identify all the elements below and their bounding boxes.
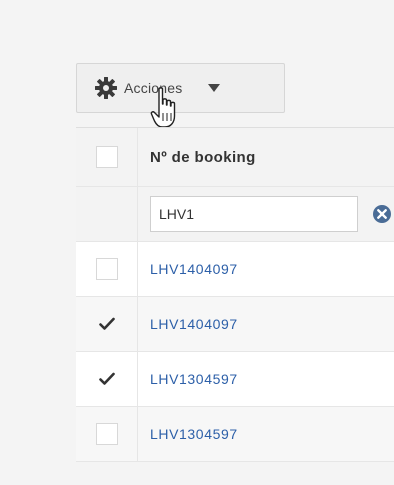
booking-link[interactable]: LHV1304597: [150, 371, 238, 387]
booking-table: Nº de booking LHV1404097: [76, 127, 394, 462]
booking-cell: LHV1404097: [138, 297, 394, 351]
row-check-cell: [76, 407, 138, 461]
checkmark-icon: [98, 317, 115, 330]
table-row[interactable]: LHV1404097: [76, 242, 394, 297]
table-row[interactable]: LHV1304597: [76, 407, 394, 462]
caret-down-icon: [208, 84, 221, 92]
booking-cell: LHV1304597: [138, 352, 394, 406]
booking-link[interactable]: LHV1304597: [150, 426, 238, 442]
booking-cell: LHV1404097: [138, 242, 394, 296]
row-checkbox[interactable]: [96, 313, 118, 335]
table-row[interactable]: LHV1404097: [76, 297, 394, 352]
booking-column-title: Nº de booking: [150, 148, 256, 166]
filter-check-cell: [76, 187, 138, 241]
checkmark-icon: [98, 372, 115, 385]
booking-column-header[interactable]: Nº de booking: [138, 128, 394, 186]
booking-link[interactable]: LHV1404097: [150, 261, 238, 277]
gear-icon: [95, 77, 117, 99]
row-check-cell: [76, 242, 138, 296]
row-checkbox[interactable]: [95, 258, 118, 280]
filter-cell: [138, 187, 394, 241]
row-checkbox[interactable]: [95, 423, 118, 445]
booking-link[interactable]: LHV1404097: [150, 316, 238, 332]
booking-cell: LHV1304597: [138, 407, 394, 461]
select-all-checkbox[interactable]: [95, 146, 118, 168]
row-checkbox[interactable]: [96, 368, 118, 390]
booking-filter-input[interactable]: [150, 196, 358, 232]
row-check-cell: [76, 297, 138, 351]
table-header: Nº de booking: [76, 128, 394, 187]
table-row[interactable]: LHV1304597: [76, 352, 394, 407]
hand-pointer-icon: [150, 87, 176, 128]
filter-row: [76, 187, 394, 242]
select-all-cell: [76, 128, 138, 186]
row-check-cell: [76, 352, 138, 406]
clear-icon[interactable]: [372, 204, 392, 224]
